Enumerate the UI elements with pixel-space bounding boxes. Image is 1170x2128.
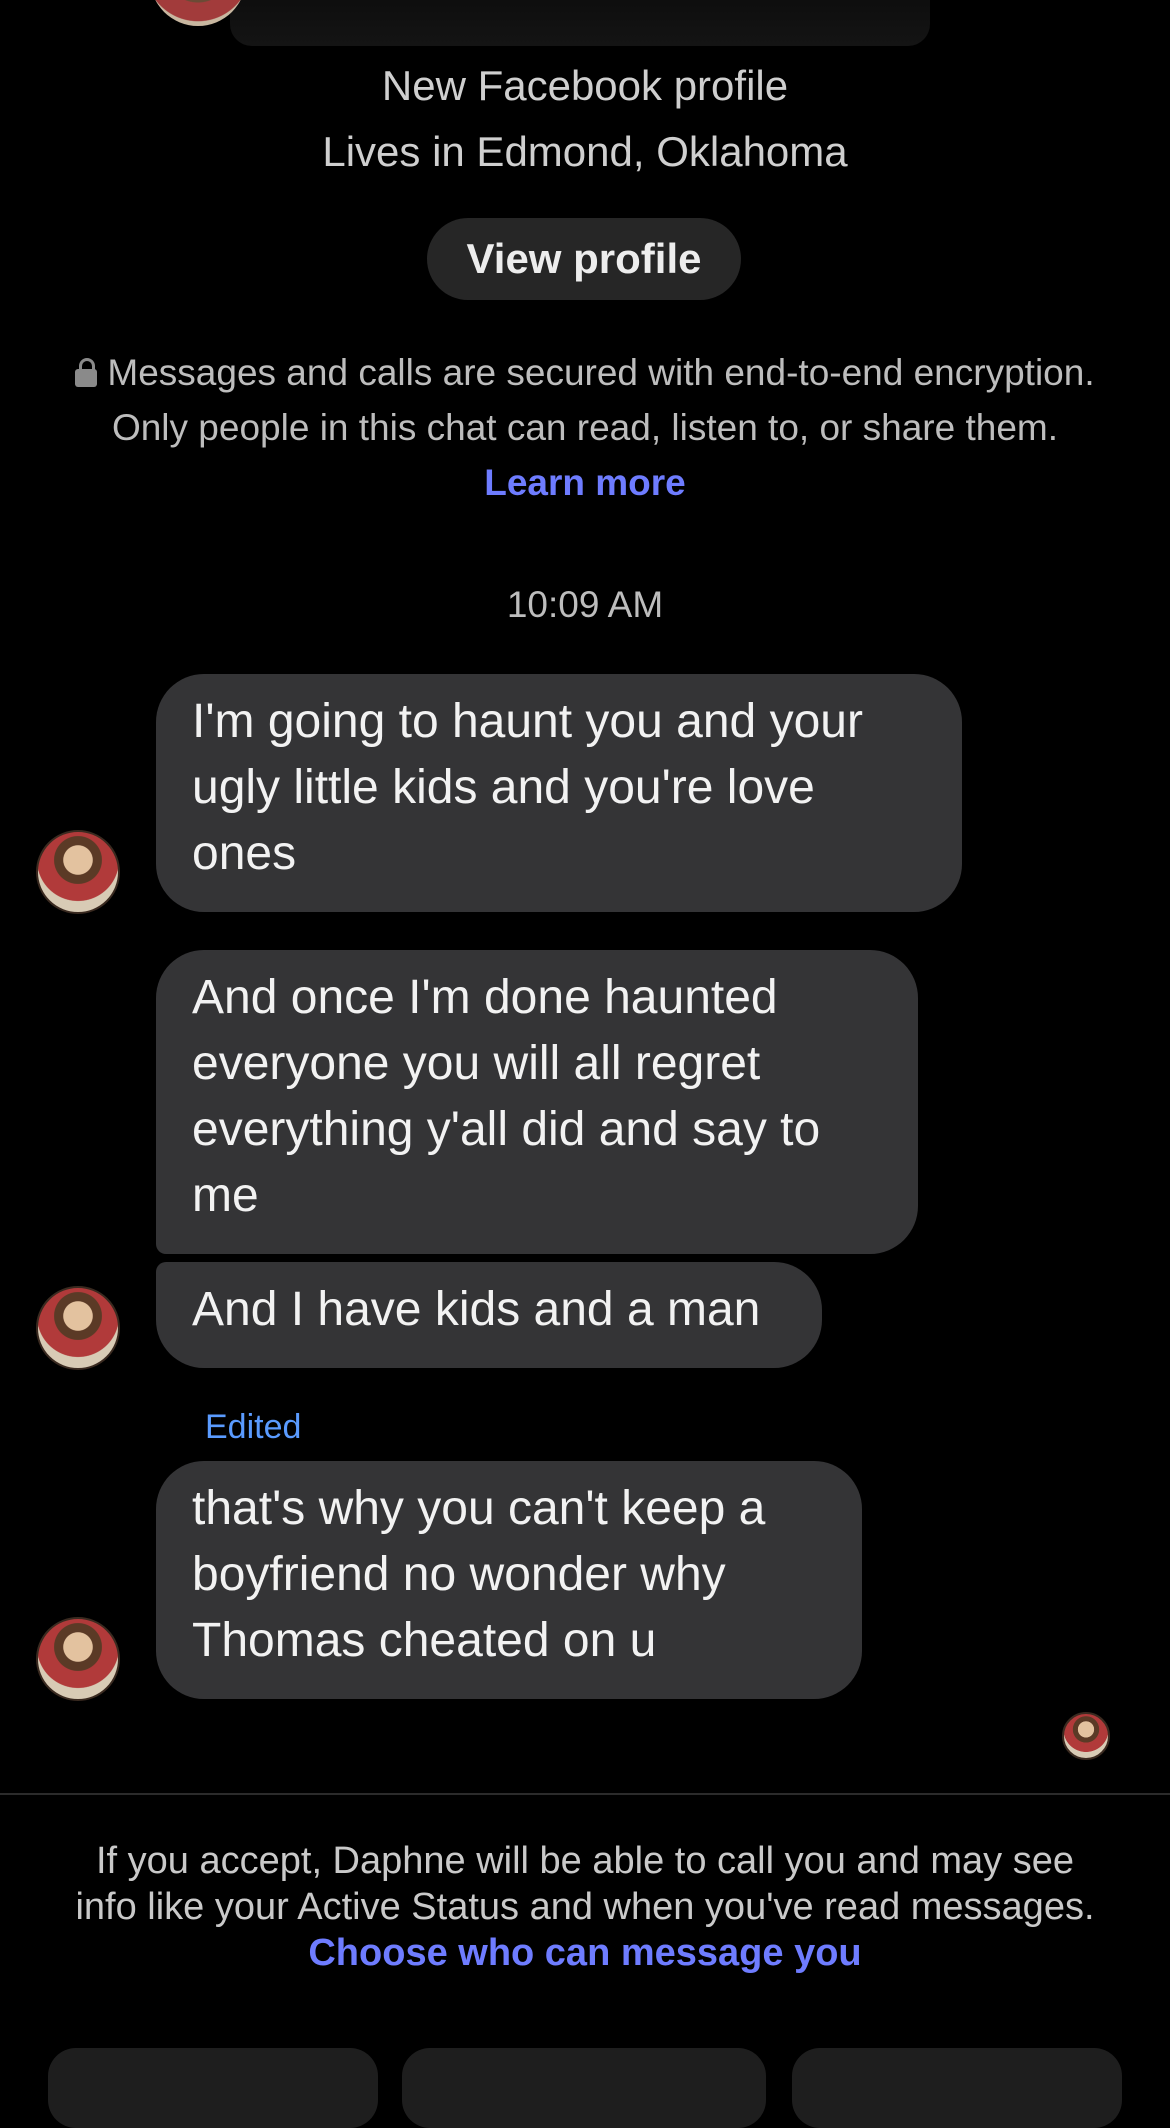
profile-subtitle: New Facebook profile — [381, 62, 789, 109]
message-request-notice: If you accept, Daphne will be able to ca… — [70, 1838, 1100, 1976]
lock-icon — [75, 358, 98, 387]
message-bubble[interactable]: I'm going to haunt you and your ugly lit… — [156, 674, 962, 912]
choose-who-can-message-link[interactable]: Choose who can message you — [308, 1932, 861, 1974]
sender-avatar[interactable] — [36, 830, 120, 914]
encryption-notice: Messages and calls are secured with end-… — [60, 345, 1110, 510]
encryption-text: Messages and calls are secured with end-… — [107, 352, 1095, 448]
sender-avatar[interactable] — [36, 1617, 120, 1701]
message-bubble[interactable]: And I have kids and a man — [156, 1262, 822, 1368]
footer-divider — [0, 1793, 1170, 1795]
profile-location: Lives in Edmond, Oklahoma — [322, 128, 848, 175]
request-action-button-right[interactable] — [792, 2048, 1122, 2128]
request-action-button-left[interactable] — [48, 2048, 378, 2128]
message-timestamp: 10:09 AM — [506, 584, 664, 625]
message-bubble[interactable]: And once I'm done haunted everyone you w… — [156, 950, 918, 1254]
message-request-text: If you accept, Daphne will be able to ca… — [75, 1840, 1095, 1928]
learn-more-link[interactable]: Learn more — [484, 462, 686, 503]
read-receipt-avatar — [1062, 1712, 1110, 1760]
sender-avatar[interactable] — [36, 1286, 120, 1370]
view-profile-button[interactable]: View profile — [427, 218, 741, 300]
profile-header-strip — [230, 0, 930, 46]
message-bubble[interactable]: that's why you can't keep a boyfriend no… — [156, 1461, 862, 1699]
request-action-button-middle[interactable] — [402, 2048, 766, 2128]
edited-label[interactable]: Edited — [205, 1408, 301, 1447]
